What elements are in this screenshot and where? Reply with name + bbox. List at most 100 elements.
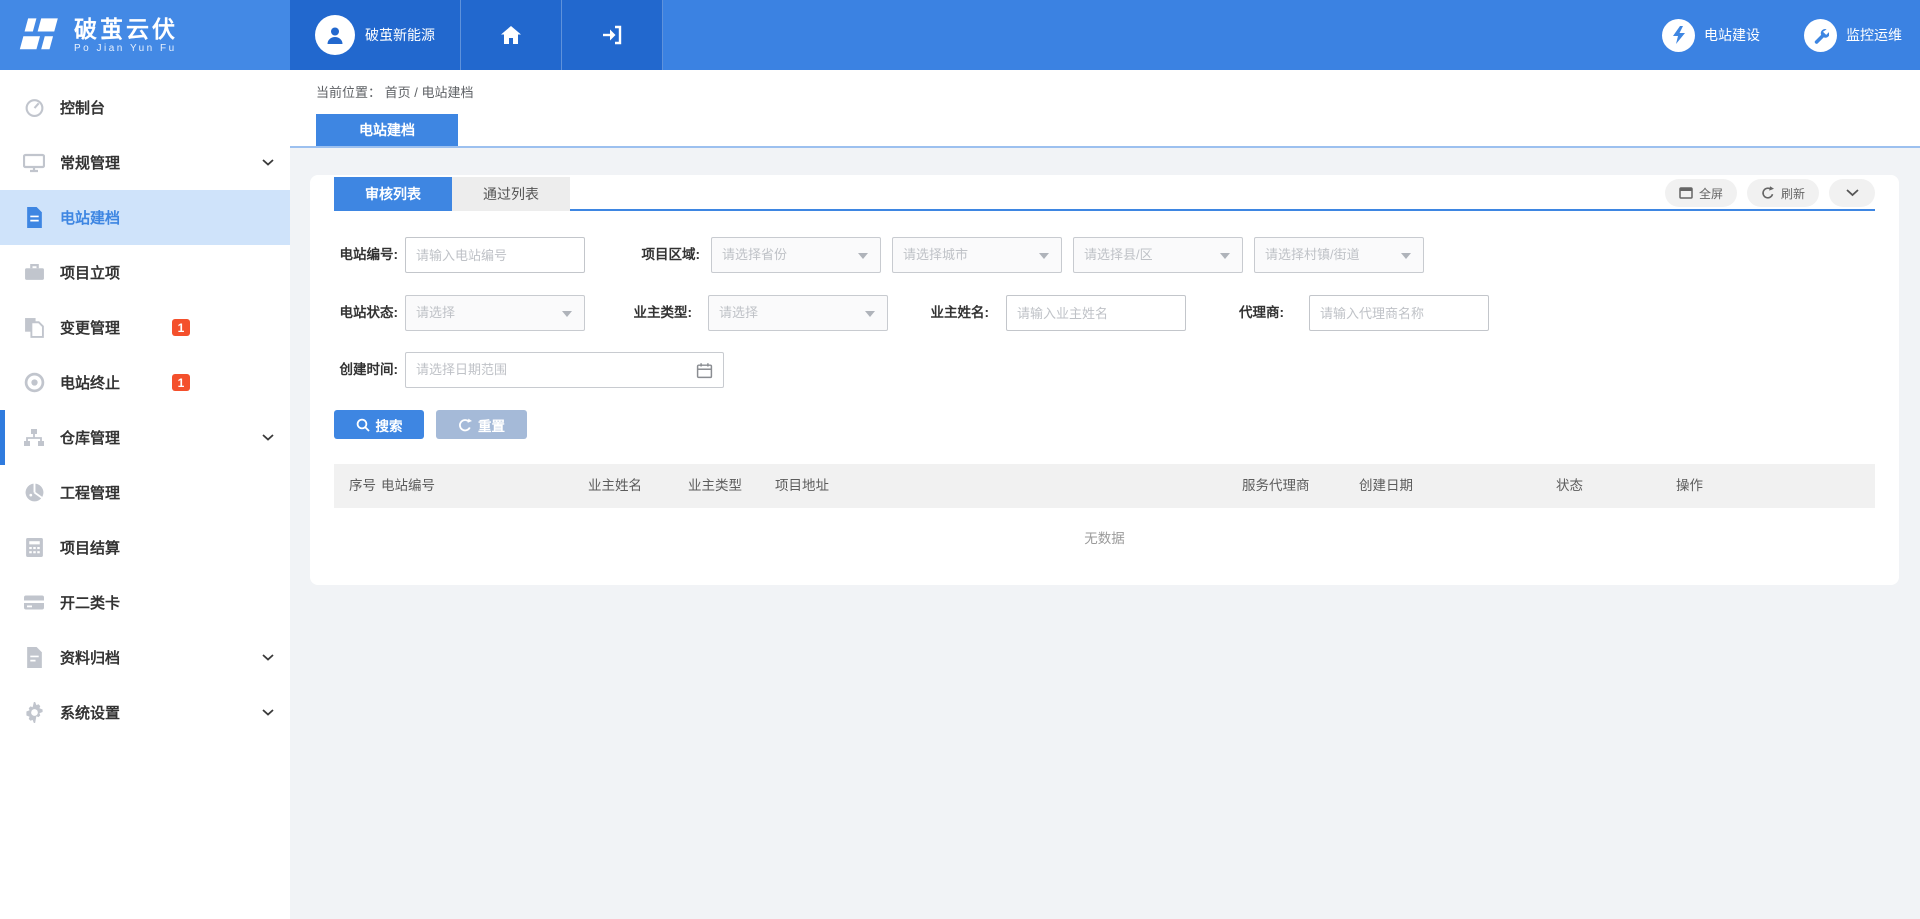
topbar-nav: 电站建设 监控运维 [1662,0,1902,70]
brand-title: 破茧云伏 [74,16,178,42]
refresh-button[interactable]: 刷新 [1747,179,1819,207]
breadcrumb-home[interactable]: 首页 [385,85,411,100]
notification-badge: 1 [172,374,190,391]
chevron-down-icon [262,434,274,441]
refresh-icon [1761,186,1775,200]
city-select[interactable]: 请选择城市 [892,237,1062,273]
calculator-icon [22,537,46,558]
project-region-label: 项目区域: [622,237,700,273]
gauge-icon [22,97,46,118]
agent-label: 代理商: [1230,295,1284,331]
col-owner-type: 业主类型 [688,464,742,508]
create-time-label: 创建时间: [334,352,398,388]
sidebar-item-engineering-mgmt[interactable]: 工程管理 [0,465,290,520]
chevron-down-icon [262,654,274,661]
reset-icon [458,418,472,432]
topbar: 破茧云伏 Po Jian Yun Fu 破茧新能源 [0,0,1920,70]
breadcrumb-prefix: 当前位置： [316,85,381,100]
briefcase-icon [22,263,46,282]
reset-button[interactable]: 重置 [436,410,527,439]
home-button[interactable] [461,0,562,70]
col-owner-name: 业主姓名 [588,464,642,508]
circle-dot-icon [22,372,46,393]
wrench-icon [1804,19,1837,52]
sidebar-item-open-type2-card[interactable]: 开二类卡 [0,575,290,630]
agent-input[interactable] [1309,295,1489,331]
logout-button[interactable] [562,0,663,70]
user-icon [323,23,347,47]
search-icon [356,418,370,432]
collapse-button[interactable] [1829,179,1875,207]
caret-down-icon [1220,253,1230,259]
monitor-icon [22,153,46,173]
card-icon [22,594,46,611]
page-tab-station-filing[interactable]: 电站建档 [316,114,458,146]
district-select[interactable]: 请选择县/区 [1073,237,1243,273]
tab-review-list[interactable]: 审核列表 [334,177,452,211]
archive-document-icon [22,647,46,668]
breadcrumb-strip: 当前位置： 首页 / 电站建档 电站建档 [290,70,1920,148]
breadcrumb: 当前位置： 首页 / 电站建档 [316,82,474,101]
panel-toolbar: 全屏 刷新 [1665,179,1875,207]
sidebar-item-change-mgmt[interactable]: 变更管理 1 [0,300,290,355]
caret-down-icon [1401,253,1411,259]
breadcrumb-separator: / [414,85,421,100]
col-actions: 操作 [1676,464,1703,508]
sidebar-item-project-initiation[interactable]: 项目立项 [0,245,290,300]
document-icon [22,207,46,228]
owner-name-input[interactable] [1006,295,1186,331]
caret-down-icon [562,311,572,317]
col-seq: 序号 [349,464,376,508]
user-menu[interactable]: 破茧新能源 [290,0,461,70]
table-header: 序号 电站编号 业主姓名 业主类型 项目地址 服务代理商 创建日期 状态 操作 [334,464,1875,508]
station-code-label: 电站编号: [334,237,398,273]
col-status: 状态 [1556,464,1583,508]
brand-logo-icon [18,16,62,54]
col-service-agent: 服务代理商 [1242,464,1310,508]
sidebar-item-console[interactable]: 控制台 [0,80,290,135]
caret-down-icon [865,311,875,317]
company-name: 破茧新能源 [365,25,435,45]
station-status-select[interactable]: 请选择 [405,295,585,331]
nav-monitoring-ops[interactable]: 监控运维 [1804,19,1902,52]
sidebar: 控制台 常规管理 电站建档 项目立项 [0,70,290,919]
brand-logo: 破茧云伏 Po Jian Yun Fu [0,0,290,70]
lightning-icon [1662,19,1695,52]
sidebar-item-project-settlement[interactable]: 项目结算 [0,520,290,575]
sidebar-item-archive[interactable]: 资料归档 [0,630,290,685]
avatar [315,15,355,55]
chevron-down-icon [1846,189,1859,197]
sitemap-icon [22,428,46,448]
owner-type-select[interactable]: 请选择 [708,295,888,331]
village-select[interactable]: 请选择村镇/街道 [1254,237,1424,273]
search-button[interactable]: 搜索 [334,410,424,439]
logout-icon [601,25,623,45]
station-code-input[interactable] [405,237,585,273]
sidebar-item-system-settings[interactable]: 系统设置 [0,685,290,740]
brand-subtitle: Po Jian Yun Fu [74,43,178,54]
date-range-input[interactable]: 请选择日期范围 [405,352,724,388]
empty-state-text: 无数据 [310,527,1899,547]
sidebar-item-general-mgmt[interactable]: 常规管理 [0,135,290,190]
nav-station-construction[interactable]: 电站建设 [1662,19,1760,52]
caret-down-icon [1039,253,1049,259]
caret-down-icon [858,253,868,259]
owner-name-label: 业主姓名: [924,295,989,331]
tab-approved-list[interactable]: 通过列表 [452,177,570,211]
notification-badge: 1 [172,319,190,336]
calendar-icon [696,362,713,379]
fullscreen-button[interactable]: 全屏 [1665,179,1737,207]
sidebar-item-warehouse-mgmt[interactable]: 仓库管理 [0,410,290,465]
sidebar-item-station-termination[interactable]: 电站终止 1 [0,355,290,410]
breadcrumb-current: 电站建档 [422,85,474,100]
province-select[interactable]: 请选择省份 [711,237,881,273]
fullscreen-icon [1679,187,1693,199]
chevron-down-icon [262,159,274,166]
copy-pages-icon [22,317,46,338]
col-create-date: 创建日期 [1359,464,1413,508]
station-status-label: 电站状态: [334,295,398,331]
sidebar-item-station-filing[interactable]: 电站建档 [0,190,290,245]
dashboard-pie-icon [22,482,46,503]
col-station-code: 电站编号 [381,464,435,508]
col-project-address: 项目地址 [775,464,829,508]
